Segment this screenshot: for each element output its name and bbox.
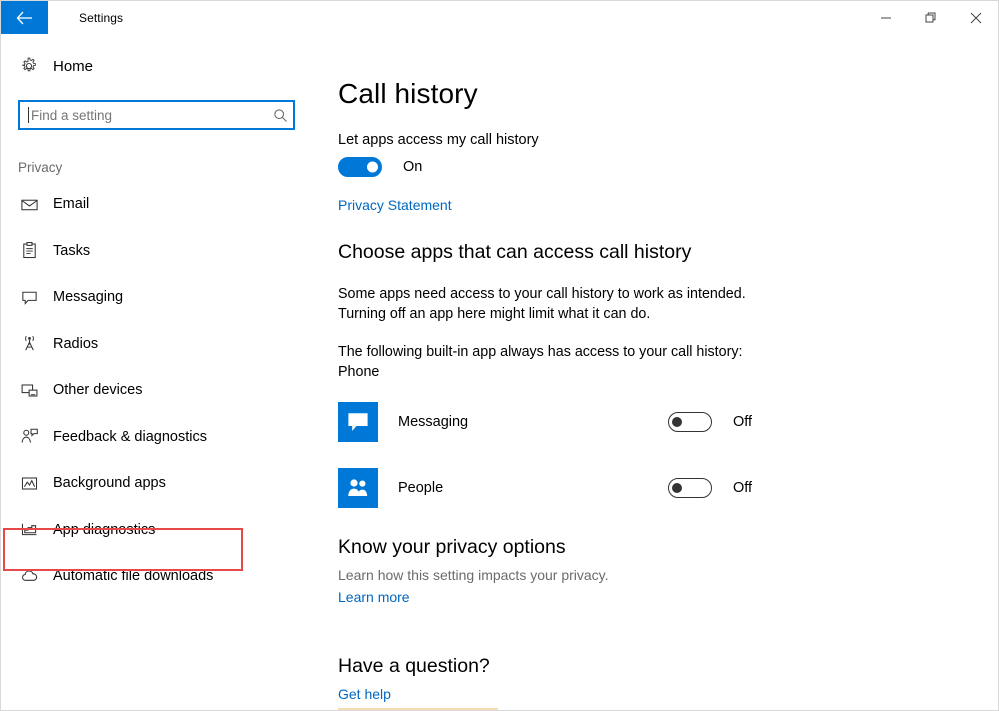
privacy-options-description: Learn how this setting impacts your priv…	[338, 567, 609, 583]
sidebar-item-label: Email	[53, 196, 90, 213]
app-name: People	[398, 480, 444, 496]
antenna-icon	[18, 334, 40, 353]
sidebar-item-label: Other devices	[53, 382, 143, 399]
sidebar-item-background-apps[interactable]: Background apps	[1, 460, 333, 507]
search-input[interactable]	[29, 107, 267, 123]
sidebar-item-tasks[interactable]: Tasks	[1, 228, 333, 275]
close-icon	[970, 12, 981, 23]
restore-button[interactable]	[908, 1, 953, 34]
main-content: Call history Let apps access my call his…	[333, 34, 998, 710]
sidebar: Home Privacy	[1, 34, 333, 710]
toggle-knob	[367, 161, 378, 173]
app-toggle-state: Off	[733, 480, 753, 496]
sidebar-item-email[interactable]: Email	[1, 181, 333, 228]
have-a-question-heading: Have a question?	[338, 655, 490, 677]
choose-apps-heading: Choose apps that can access call history	[338, 241, 692, 263]
sidebar-section-label: Privacy	[18, 160, 63, 175]
chart-icon	[18, 520, 40, 539]
window-body: Home Privacy	[1, 34, 998, 710]
window-title: Settings	[79, 10, 124, 25]
page-title: Call history	[338, 78, 478, 109]
gear-icon	[18, 57, 40, 75]
master-toggle-row: On	[338, 157, 998, 177]
back-button[interactable]	[1, 1, 48, 34]
clipboard-icon	[18, 241, 40, 260]
app-name: Messaging	[398, 414, 469, 430]
app-toggle-people[interactable]	[668, 478, 712, 498]
settings-window: Settings Home Find a setting Privacy Ema…	[0, 0, 999, 711]
restore-icon	[925, 12, 935, 22]
sidebar-item-radios[interactable]: Radios	[1, 321, 333, 368]
window-controls	[863, 1, 998, 34]
sidebar-item-feedback-diagnostics[interactable]: Feedback & diagnostics	[1, 414, 333, 461]
people-app-icon	[338, 468, 378, 508]
close-button[interactable]	[953, 1, 998, 34]
sidebar-item-label: Tasks	[53, 242, 91, 259]
cloud-icon	[18, 567, 40, 586]
devices-icon	[18, 381, 40, 400]
app-row-messaging: Messaging Off	[338, 400, 778, 444]
sidebar-item-label: Radios	[53, 335, 99, 352]
sidebar-item-messaging[interactable]: Messaging	[1, 274, 333, 321]
toggle-knob	[672, 483, 682, 493]
sidebar-item-label: Automatic file downloads	[53, 568, 214, 585]
sidebar-item-home[interactable]: Home	[1, 46, 333, 86]
description-paragraph-1: Some apps need access to your call histo…	[338, 286, 746, 322]
speech-bubble-icon	[18, 288, 40, 307]
app-toggle-state: Off	[733, 414, 753, 430]
person-feedback-icon	[18, 427, 40, 446]
envelope-icon	[18, 195, 40, 214]
privacy-options-heading: Know your privacy options	[338, 536, 566, 558]
messaging-app-icon	[338, 402, 378, 442]
search-icon[interactable]	[267, 108, 293, 123]
sidebar-item-label: App diagnostics	[53, 521, 156, 538]
master-toggle-label: Let apps access my call history	[338, 132, 539, 148]
minimize-button[interactable]	[863, 1, 908, 34]
app-row-people: People Off	[338, 466, 778, 510]
back-arrow-icon	[16, 11, 32, 24]
sidebar-nav-list: Email Tasks Messaging Radios Other devic…	[1, 181, 333, 600]
sidebar-item-label: Feedback & diagnostics	[53, 428, 207, 445]
sidebar-home-label: Home	[53, 57, 94, 75]
master-toggle-state: On	[403, 159, 423, 175]
sidebar-item-label: Messaging	[53, 289, 124, 306]
sidebar-item-app-diagnostics[interactable]: App diagnostics	[1, 507, 333, 554]
sidebar-item-automatic-file-downloads[interactable]: Automatic file downloads	[1, 553, 333, 600]
description-paragraph-2: The following built-in app always has ac…	[338, 344, 743, 380]
sidebar-item-other-devices[interactable]: Other devices	[1, 367, 333, 414]
search-box[interactable]	[18, 100, 295, 130]
toggle-knob	[672, 417, 682, 427]
sidebar-item-label: Background apps	[53, 475, 166, 492]
minimize-icon	[880, 17, 891, 18]
app-toggle-wrap: Off	[668, 478, 778, 498]
app-toggle-messaging[interactable]	[668, 412, 712, 432]
learn-more-link[interactable]: Learn more	[338, 589, 410, 605]
app-toggle-wrap: Off	[668, 412, 778, 432]
picture-frame-icon	[18, 474, 40, 493]
title-bar: Settings	[1, 1, 998, 34]
privacy-statement-link[interactable]: Privacy Statement	[338, 197, 452, 213]
get-help-link[interactable]: Get help	[338, 686, 391, 702]
master-toggle[interactable]	[338, 157, 382, 177]
